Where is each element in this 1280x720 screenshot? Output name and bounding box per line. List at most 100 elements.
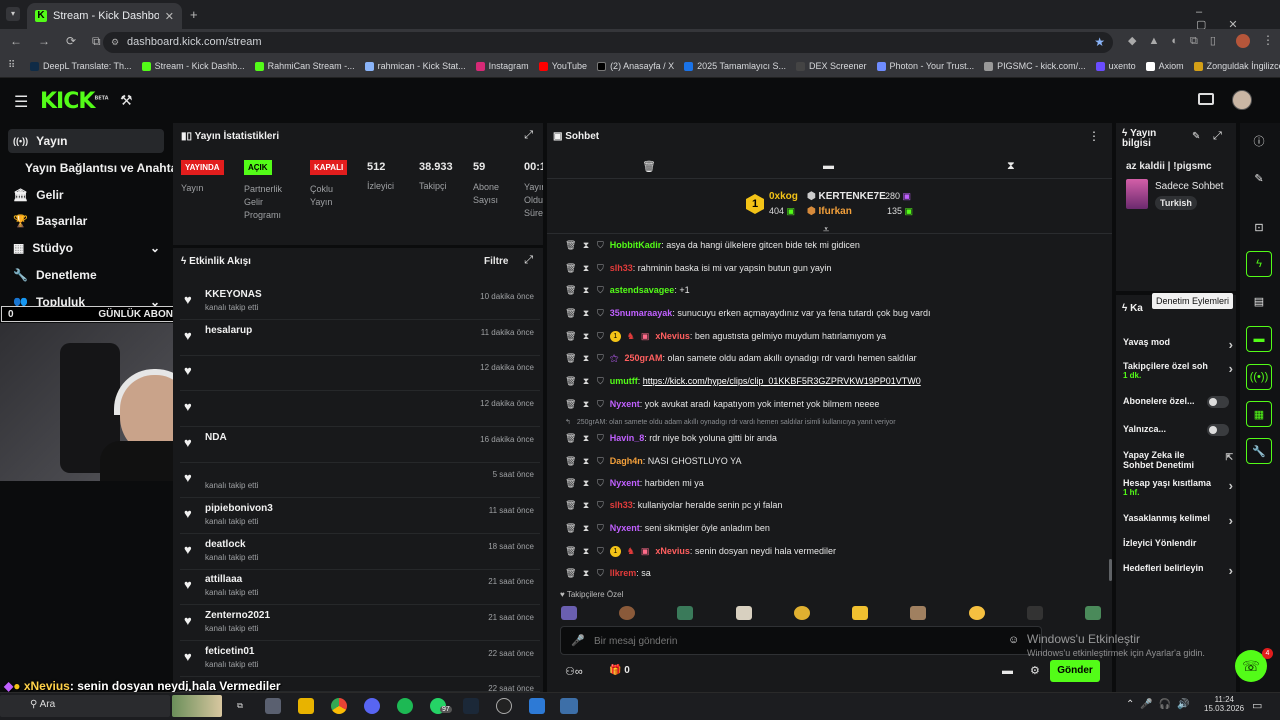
chat-message[interactable]: 🗑 ⧗ ⛉ Nyxent: seni sikmişler öyle anladım b… [560, 517, 1110, 539]
file-explorer-icon[interactable] [265, 698, 281, 714]
wallet-icon[interactable] [1198, 93, 1214, 105]
layout-icon[interactable]: ▦ [1246, 401, 1272, 427]
leader-name[interactable]: ⬢ KERTENKE7E [807, 191, 886, 202]
expand-icon[interactable]: ⤢ [524, 254, 533, 267]
tab-search-button[interactable]: ▾ [6, 7, 20, 21]
shield-icon[interactable]: ⛉ [597, 478, 604, 489]
shield-icon[interactable]: ⛉ [597, 500, 604, 511]
bookmark-item[interactable]: uxento [1095, 61, 1136, 71]
shield-icon[interactable]: ⛉ [597, 240, 604, 251]
bookmark-item[interactable]: RahmiCan Stream -... [254, 61, 355, 71]
site-info-icon[interactable]: ⚙ [111, 32, 119, 53]
shield-icon[interactable]: ⛉ [597, 568, 604, 579]
window-controls[interactable]: –▢✕ [1196, 6, 1280, 31]
bookmark-item[interactable]: Instagram [475, 61, 529, 71]
document-icon[interactable]: ▤ [1246, 288, 1272, 314]
bookmark-item[interactable]: YouTube [538, 61, 587, 71]
message-icon[interactable]: ▬ [823, 160, 834, 172]
apps-grid-icon[interactable]: ⠿ [8, 60, 15, 71]
info-icon[interactable]: ⓘ [1246, 128, 1272, 154]
sidebar-item-studyo[interactable]: ▦ Stüdyo ⌄ [8, 236, 164, 260]
mod-setting-item[interactable]: Yalnızca... [1123, 424, 1233, 448]
chat-message[interactable]: 🗑 ⧗ ⛉ 35numaraayak: sunucuyu erken açmayayd… [560, 302, 1110, 324]
activity-username[interactable]: attillaaa [205, 574, 242, 585]
sidebar-item-gelir[interactable]: 🏛 Gelir [8, 183, 164, 207]
notifications-icon[interactable]: ▭ [1252, 699, 1262, 712]
chat-message-input[interactable] [594, 633, 974, 649]
broadcast-icon[interactable]: ((•)) [1246, 364, 1272, 390]
chat-username[interactable]: llkrem [610, 568, 637, 578]
hourglass-icon[interactable]: ⧗ [1007, 160, 1015, 173]
emote-icon[interactable] [1026, 606, 1043, 620]
chat-message[interactable]: 🗑 ⧗ ⛉ slh33: rahminin baska isi mi var yaps… [560, 257, 1110, 279]
timeout-icon[interactable]: ⧗ [581, 263, 591, 274]
timeout-icon[interactable]: ⧗ [581, 240, 591, 251]
activity-item[interactable]: ♥ deatlock kanalı takip etti 18 saat önce [180, 534, 540, 570]
delete-message-icon[interactable]: 🗑 [565, 500, 576, 511]
shield-icon[interactable]: ⛉ [597, 433, 604, 444]
wrench-icon[interactable]: 🔧 [1246, 438, 1272, 464]
mod-setting-item[interactable]: Abonelere özel... [1123, 396, 1233, 420]
chat-message[interactable]: 🗑 ⧗ ⛉ 1 ♞ ▣ xNevius: senin dosyan neydi hala v… [560, 540, 1110, 562]
activity-username[interactable]: feticetin01 [205, 646, 254, 657]
bookmark-item[interactable]: 2025 Tamamlayıcı S... [684, 61, 786, 71]
kick-logo[interactable]: KICKBETA [40, 89, 109, 114]
active-app-icon[interactable] [560, 698, 578, 714]
timeout-icon[interactable]: ⧗ [581, 353, 591, 364]
activity-item[interactable]: ♥ NDA 16 dakika önce [180, 427, 540, 463]
folder-icon[interactable] [298, 698, 314, 714]
category-thumbnail[interactable] [1126, 179, 1148, 209]
chat-username[interactable]: astendsavagee [610, 285, 675, 295]
emoji-icon[interactable]: ☺ [1008, 634, 1019, 646]
chat-username[interactable]: Dagh4n [610, 456, 643, 466]
emote-icon[interactable] [619, 606, 636, 620]
activity-item[interactable]: ♥ KKEYONAS kanalı takip etti 10 dakika önce [180, 284, 540, 320]
toggle-switch[interactable] [1207, 424, 1229, 436]
bookmark-item[interactable]: Stream - Kick Dashb... [141, 61, 245, 71]
emote-icon[interactable] [852, 606, 869, 620]
delete-message-icon[interactable]: 🗑 [565, 478, 576, 489]
system-tray-icons[interactable]: ⌃🎤🎧🔊 [1126, 699, 1196, 710]
bookmark-item[interactable]: PIGSMC - kick.com/... [984, 61, 1086, 71]
bookmark-item[interactable]: DEX Screener [795, 61, 867, 71]
chat-username[interactable]: Havin_8 [610, 433, 645, 443]
address-bar[interactable]: ⚙ dashboard.kick.com/stream ★ [103, 32, 1113, 53]
emote-icon[interactable] [968, 606, 985, 620]
profile-avatar-icon[interactable] [1236, 34, 1250, 48]
pencil-icon[interactable]: ✎ [1246, 165, 1272, 191]
delete-message-icon[interactable]: 🗑 [565, 263, 576, 274]
activity-item[interactable]: ♥ pipiebonivon3 kanalı takip etti 11 saat ö… [180, 498, 540, 534]
trash-icon[interactable]: 🗑 [642, 160, 656, 173]
chat-username[interactable]: slh33 [610, 500, 633, 510]
expand-icon[interactable]: ⤢ [1213, 130, 1222, 143]
sidebar-item-yayin[interactable]: ((•)) Yayın [8, 129, 164, 153]
hammer-icon[interactable]: ⚒ [120, 92, 133, 109]
app-icon[interactable] [529, 698, 545, 714]
shield-icon[interactable]: ⛉ [597, 376, 604, 387]
emote-icon[interactable] [910, 606, 927, 620]
delete-message-icon[interactable]: 🗑 [565, 546, 576, 557]
mod-setting-item[interactable]: Yasaklanmış kelimel › [1123, 513, 1233, 537]
sidebar-item-stream-key[interactable]: Yayın Bağlantısı ve Anahtarı [20, 156, 185, 180]
toggle-switch[interactable] [1207, 396, 1229, 408]
chat-message[interactable]: 🗑 ⧗ ⛉ ⚝ 250grAM: olan samete oldu adam akıll… [560, 347, 1110, 369]
emote-icon[interactable] [677, 606, 694, 620]
nav-buttons[interactable]: ←→⟳⧉ [10, 34, 117, 49]
activity-username[interactable]: KKEYONAS [205, 289, 262, 300]
bookmark-item[interactable]: DeepL Translate: Th... [30, 61, 132, 71]
activity-username[interactable]: NDA [205, 432, 227, 443]
chat-message[interactable]: 🗑 ⧗ ⛉ HobbitKadir: asya da hangi ülkelere g… [560, 234, 1110, 256]
close-tab-icon[interactable]: ✕ [165, 10, 174, 23]
activity-username[interactable]: hesalarup [205, 325, 252, 336]
chat-username[interactable]: umutff [610, 376, 638, 386]
chat-message[interactable]: 🗑 ⧗ ⛉ Dagh4n: NASI GHOSTLUYO YA [560, 450, 1110, 472]
mod-setting-item[interactable]: Takipçilere özel soh 1 dk. › [1123, 361, 1233, 385]
mod-setting-item[interactable]: Hesap yaşı kısıtlama 1 hf. › [1123, 478, 1233, 502]
bookmark-item[interactable]: rahmican - Kick Stat... [364, 61, 466, 71]
timeout-icon[interactable]: ⧗ [581, 500, 591, 511]
timeout-icon[interactable]: ⧗ [581, 523, 591, 534]
delete-message-icon[interactable]: 🗑 [565, 240, 576, 251]
mod-setting-item[interactable]: İzleyici Yönlendir [1123, 538, 1233, 562]
emote-icon[interactable] [735, 606, 752, 620]
chat-message[interactable]: 🗑 ⧗ ⛉ 1 ♞ ▣ xNevius: ben agustısta gelmiyo muy… [560, 325, 1110, 347]
